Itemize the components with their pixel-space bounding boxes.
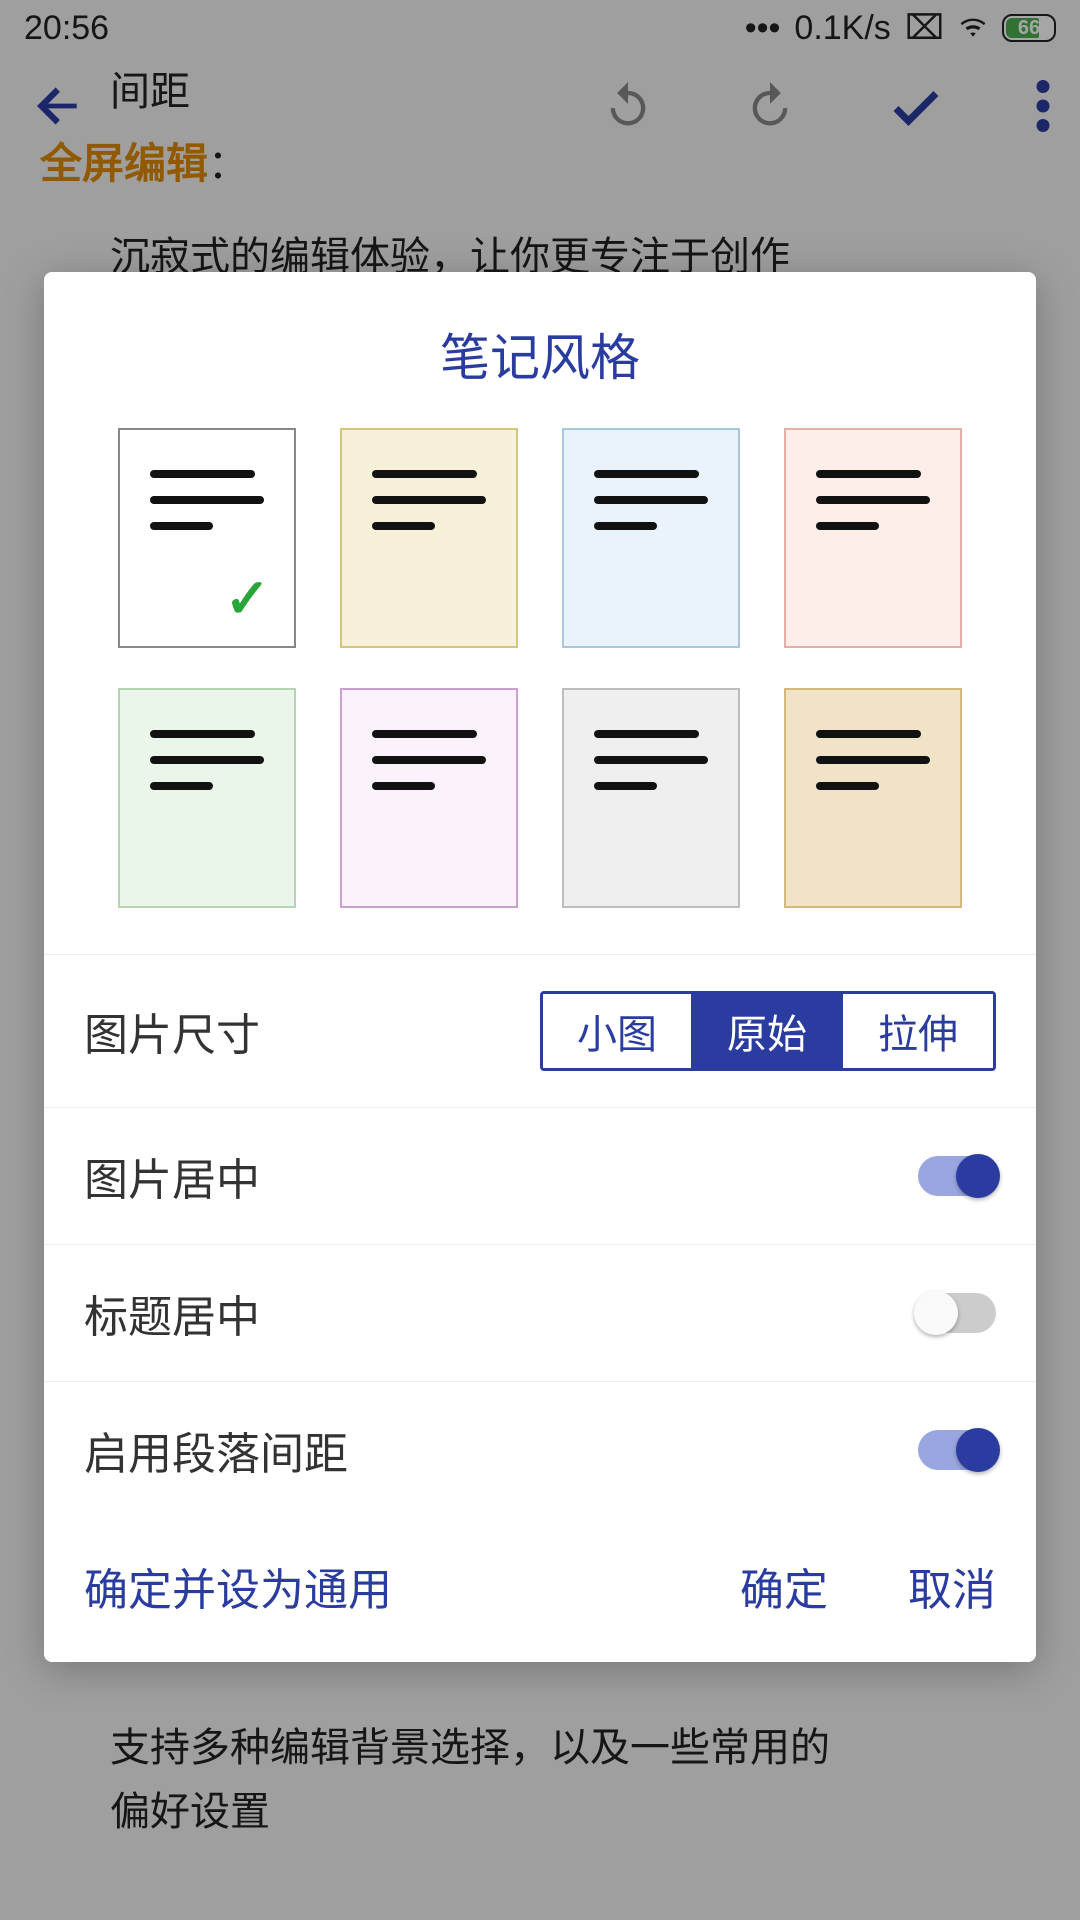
image-size-1[interactable]: 原始 xyxy=(693,994,843,1068)
style-option-grey[interactable] xyxy=(562,688,740,908)
image-size-0[interactable]: 小图 xyxy=(543,994,693,1068)
style-grid: ✓ xyxy=(44,428,1036,954)
toggle-label-2: 启用段落间距 xyxy=(84,1418,348,1482)
style-option-yellow[interactable] xyxy=(340,428,518,648)
style-option-purple[interactable] xyxy=(340,688,518,908)
text-lines-icon xyxy=(594,730,708,808)
toggle-label-1: 标题居中 xyxy=(84,1281,260,1345)
setting-image-size: 图片尺寸 小图原始拉伸 xyxy=(44,954,1036,1108)
text-lines-icon xyxy=(816,470,930,548)
text-lines-icon xyxy=(150,730,264,808)
style-option-tan[interactable] xyxy=(784,688,962,908)
text-lines-icon xyxy=(816,730,930,808)
toggle-0[interactable] xyxy=(918,1156,996,1196)
ok-button[interactable]: 确定 xyxy=(740,1554,828,1618)
dialog-title: 笔记风格 xyxy=(44,272,1036,428)
text-lines-icon xyxy=(150,470,264,548)
checkmark-icon: ✓ xyxy=(225,567,270,630)
toggle-label-0: 图片居中 xyxy=(84,1144,260,1208)
toggle-2[interactable] xyxy=(918,1430,996,1470)
note-style-dialog: 笔记风格 ✓ 图片尺寸 小图原始拉伸 图片居中标题居中启用段落间距 确定并设为通… xyxy=(44,272,1036,1662)
text-lines-icon xyxy=(372,470,486,548)
style-option-blue[interactable] xyxy=(562,428,740,648)
image-size-label: 图片尺寸 xyxy=(84,999,260,1063)
setting-row-0: 图片居中 xyxy=(44,1108,1036,1245)
toggle-1[interactable] xyxy=(918,1293,996,1333)
text-lines-icon xyxy=(594,470,708,548)
text-lines-icon xyxy=(372,730,486,808)
dialog-footer: 确定并设为通用 确定 取消 xyxy=(44,1518,1036,1630)
image-size-segmented: 小图原始拉伸 xyxy=(540,991,996,1071)
cancel-button[interactable]: 取消 xyxy=(908,1554,996,1618)
style-option-white[interactable]: ✓ xyxy=(118,428,296,648)
style-option-green[interactable] xyxy=(118,688,296,908)
set-default-button[interactable]: 确定并设为通用 xyxy=(84,1554,392,1618)
setting-row-2: 启用段落间距 xyxy=(44,1382,1036,1518)
setting-row-1: 标题居中 xyxy=(44,1245,1036,1382)
style-option-pink[interactable] xyxy=(784,428,962,648)
image-size-2[interactable]: 拉伸 xyxy=(843,994,993,1068)
